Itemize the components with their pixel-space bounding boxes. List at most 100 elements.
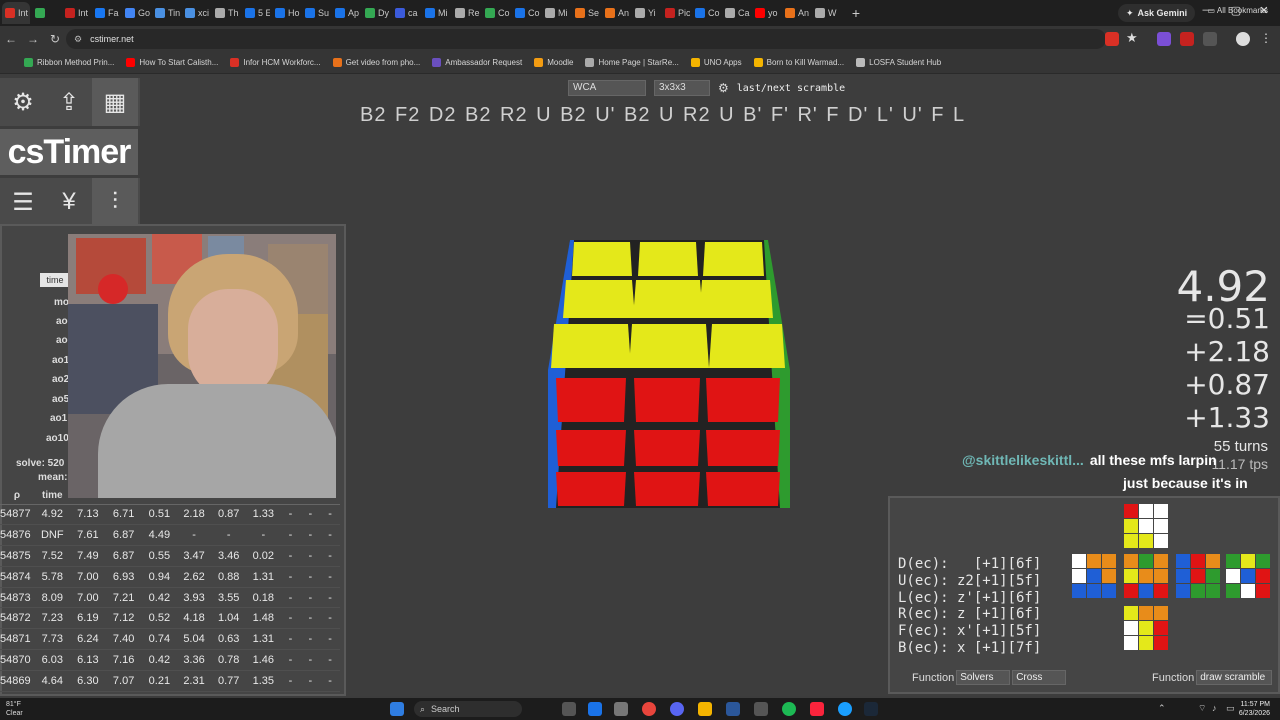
bookmark-item[interactable]: Home Page | StarRe...: [585, 58, 679, 67]
discord-icon[interactable]: [670, 702, 684, 716]
bookmark-item[interactable]: Ambassador Request: [432, 58, 522, 67]
cstimer-logo[interactable]: csTimer: [0, 129, 138, 175]
browser-tab[interactable]: Co: [692, 2, 720, 24]
new-tab-icon[interactable]: +: [848, 5, 864, 21]
browser-tab[interactable]: Mi: [542, 2, 570, 24]
extension-icon-2[interactable]: [1157, 32, 1171, 46]
stat-label[interactable]: ao1: [50, 413, 67, 424]
bookmark-item[interactable]: Ribbon Method Prin...: [24, 58, 114, 67]
browser-tab[interactable]: Pic: [662, 2, 690, 24]
bookmark-item[interactable]: LOSFA Student Hub: [856, 58, 941, 67]
browser-tab[interactable]: xci: [182, 2, 210, 24]
time-cell[interactable]: 7.73: [34, 628, 71, 651]
wifi-icon[interactable]: ⌔: [1198, 703, 1206, 714]
music-icon[interactable]: [810, 702, 824, 716]
time-header-pill[interactable]: time: [40, 273, 70, 287]
copilot-icon[interactable]: [588, 702, 602, 716]
sliders-icon[interactable]: ⫶: [92, 178, 138, 226]
time-cell[interactable]: 8.09: [34, 587, 71, 609]
browser-tab[interactable]: Fa: [92, 2, 120, 24]
browser-tab[interactable]: 5 E: [242, 2, 270, 24]
puzzle-select[interactable]: 3x3x3: [654, 80, 710, 96]
table-row[interactable]: 54869 4.64 6.30 7.07 0.21 2.31 0.77 1.35- - -: [0, 670, 340, 692]
browser-tab[interactable]: Dy: [362, 2, 390, 24]
grid-icon[interactable]: ▦: [92, 78, 138, 126]
bookmark-item[interactable]: Moodle: [534, 58, 573, 67]
browser-tab[interactable]: Re: [452, 2, 480, 24]
site-info-icon[interactable]: ⚙: [74, 34, 82, 45]
table-row[interactable]: 54872 7.23 6.19 7.12 0.52 4.18 1.04 1.48- - -: [0, 607, 340, 630]
browser-tab[interactable]: Co: [512, 2, 540, 24]
export-icon[interactable]: ⇪: [46, 78, 92, 126]
stat-label[interactable]: ao10: [46, 433, 69, 444]
all-bookmarks[interactable]: ▭ All Bookmarks: [1208, 6, 1268, 15]
browser-tab[interactable]: Th: [212, 2, 240, 24]
scramble-settings-gear-icon[interactable]: ⚙: [718, 81, 729, 95]
browser-tab[interactable]: Se: [572, 2, 600, 24]
time-cell[interactable]: 6.03: [34, 649, 71, 671]
ask-gemini-button[interactable]: ✦ Ask Gemini: [1118, 4, 1196, 22]
last-next-scramble-link[interactable]: last/next scramble: [737, 83, 845, 94]
browser-tab[interactable]: Yi: [632, 2, 660, 24]
profile-avatar[interactable]: [1236, 32, 1250, 46]
browser-tab[interactable]: Int: [2, 2, 30, 24]
taskbar-search[interactable]: ⌕ Search: [414, 701, 522, 717]
draw-scramble-select[interactable]: draw scramble: [1196, 670, 1273, 685]
app-icon-2[interactable]: [754, 702, 768, 716]
scramble-type-select[interactable]: WCA: [568, 80, 646, 96]
bookmark-item[interactable]: How To Start Calisth...: [126, 58, 218, 67]
windows-start-icon[interactable]: [390, 702, 404, 716]
browser-tab[interactable]: An: [782, 2, 810, 24]
gear-icon[interactable]: ⚙: [0, 78, 46, 126]
table-row[interactable]: 54871 7.73 6.24 7.40 0.74 5.04 0.63 1.31- - -: [0, 628, 340, 651]
table-row[interactable]: 54870 6.03 6.13 7.16 0.42 3.36 0.78 1.46- - -: [0, 649, 340, 671]
chrome-icon[interactable]: [642, 702, 656, 716]
table-row[interactable]: 54873 8.09 7.00 7.21 0.42 3.93 3.55 0.18- - -: [0, 587, 340, 609]
taskbar-clock[interactable]: 11:57 PM 6/23/2026: [1239, 700, 1270, 718]
forward-icon[interactable]: →: [22, 32, 44, 46]
extension-icon-3[interactable]: [1180, 32, 1194, 46]
reload-icon[interactable]: ↻: [44, 32, 66, 46]
browser-tab[interactable]: Ap: [332, 2, 360, 24]
browser-tab[interactable]: Su: [302, 2, 330, 24]
table-row[interactable]: 54875 7.52 7.49 6.87 0.55 3.47 3.46 0.02- - -: [0, 545, 340, 567]
bookmark-star-icon[interactable]: ★: [1126, 30, 1138, 46]
steam-icon[interactable]: [864, 702, 878, 716]
stat-label[interactable]: ao5: [52, 394, 69, 405]
extension-icon-1[interactable]: [1105, 32, 1119, 46]
spotify-icon[interactable]: [782, 702, 796, 716]
file-explorer-icon[interactable]: [698, 702, 712, 716]
battery-icon[interactable]: ▭: [1226, 703, 1235, 714]
yen-coin-icon[interactable]: ¥: [46, 178, 92, 226]
bookmark-item[interactable]: Born to Kill Warmad...: [753, 58, 844, 67]
solvers-select[interactable]: Solvers: [956, 670, 1011, 685]
time-cell[interactable]: 7.23: [34, 607, 71, 630]
browser-tab[interactable]: [32, 2, 60, 24]
browser-tab[interactable]: Ho: [272, 2, 300, 24]
table-row[interactable]: 54874 5.78 7.00 6.93 0.94 2.62 0.88 1.31- - -: [0, 566, 340, 588]
browser-tab[interactable]: Int: [62, 2, 90, 24]
omnibox[interactable]: ⚙ cstimer.net: [66, 29, 1106, 49]
table-header-cell[interactable]: time: [34, 488, 71, 505]
extensions-puzzle-icon[interactable]: [1203, 32, 1217, 46]
browser-tab[interactable]: ca: [392, 2, 420, 24]
browser-tab[interactable]: Go: [122, 2, 150, 24]
time-cell[interactable]: 5.78: [34, 566, 71, 588]
browser-tab[interactable]: Tin: [152, 2, 180, 24]
browser-tab[interactable]: Co: [482, 2, 510, 24]
stat-label[interactable]: ao: [56, 335, 68, 346]
back-icon[interactable]: ←: [0, 32, 22, 46]
browser-tab[interactable]: Ca: [722, 2, 750, 24]
stat-label[interactable]: ao2: [52, 374, 69, 385]
time-cell[interactable]: 7.52: [34, 545, 71, 567]
app-icon-1[interactable]: [726, 702, 740, 716]
bookmark-item[interactable]: Get video from pho...: [332, 58, 420, 67]
store-icon[interactable]: [614, 702, 628, 716]
volume-icon[interactable]: ♪: [1212, 703, 1217, 713]
time-cell[interactable]: 4.92: [34, 504, 71, 526]
time-cell[interactable]: DNF: [34, 524, 71, 547]
browser-tab[interactable]: An: [602, 2, 630, 24]
tray-chevron-icon[interactable]: ⌃: [1158, 703, 1166, 714]
table-row[interactable]: 54876 DNF 7.61 6.87 4.49- - - - - -: [0, 524, 340, 547]
browser-tab[interactable]: yo: [752, 2, 780, 24]
